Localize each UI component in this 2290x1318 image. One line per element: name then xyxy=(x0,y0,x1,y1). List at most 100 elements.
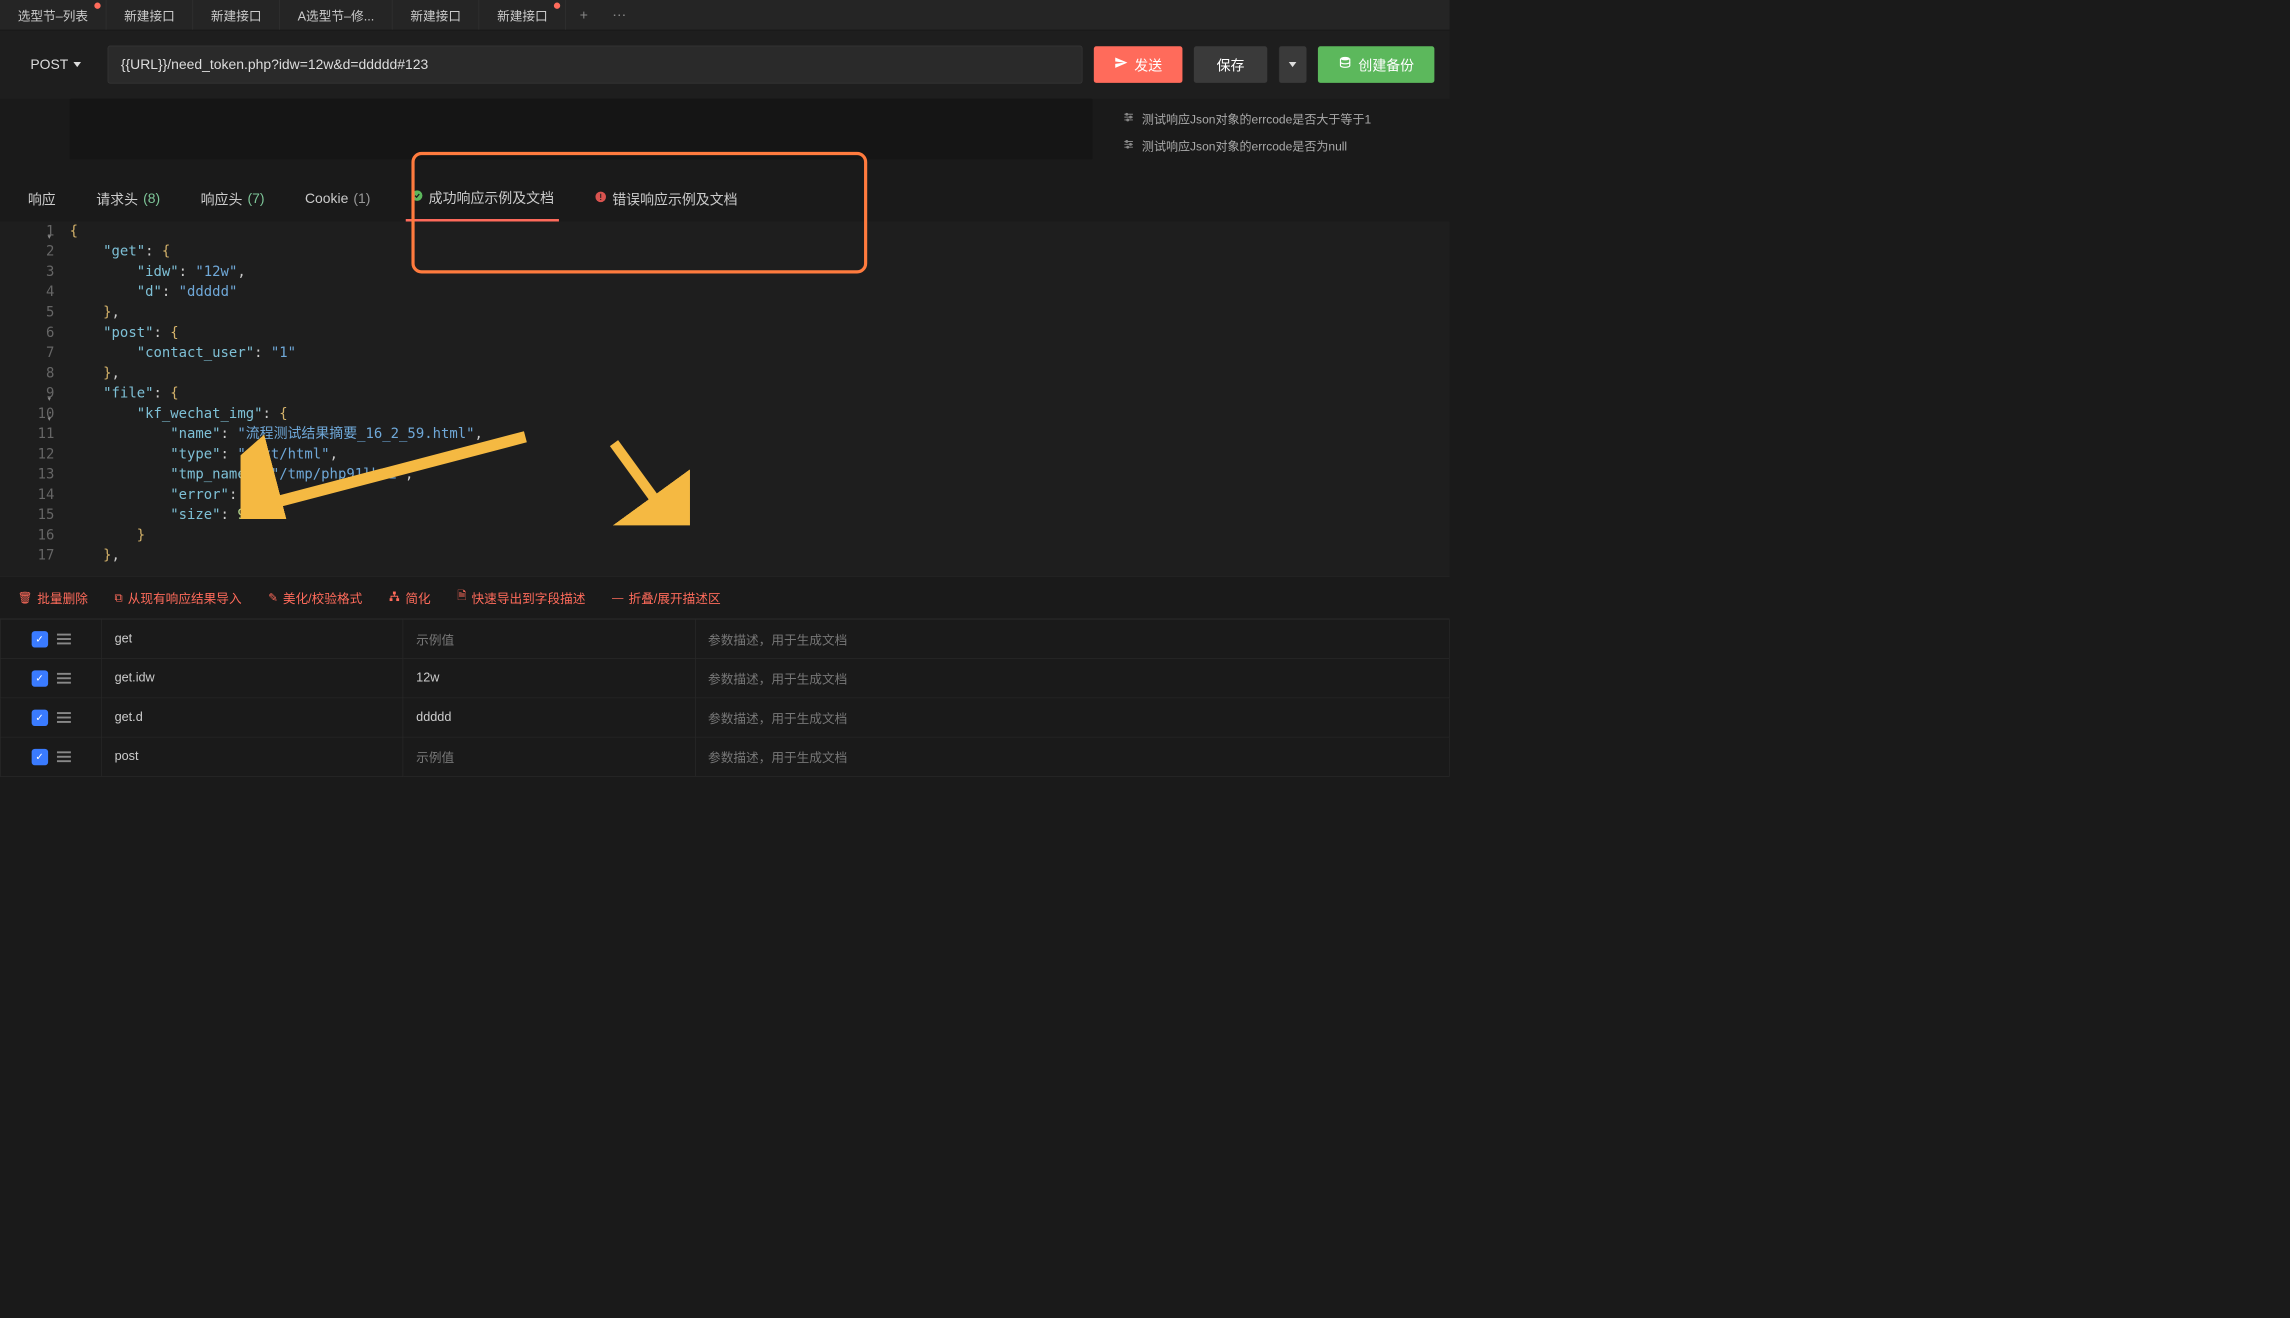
save-dropdown-toggle[interactable] xyxy=(1279,46,1307,83)
tab[interactable]: 新建接口 xyxy=(479,0,566,30)
action-label: 从现有响应结果导入 xyxy=(128,588,242,606)
action-import-from-response[interactable]: ⧉ 从现有响应结果导入 xyxy=(114,588,241,606)
tab-label: 选型节–列表 xyxy=(18,6,88,24)
database-icon xyxy=(1338,56,1352,74)
code-line: "post": { xyxy=(70,323,1450,343)
row-checkbox[interactable]: ✓ xyxy=(31,709,47,725)
count-badge: (8) xyxy=(143,191,160,207)
copy-icon: ⧉ xyxy=(114,591,122,604)
tab[interactable]: 选型节–列表 xyxy=(0,0,106,30)
drag-handle-icon[interactable] xyxy=(57,673,71,684)
subtab-request-headers[interactable]: 请求头 (8) xyxy=(91,176,165,222)
code-line: "idw": "12w", xyxy=(70,262,1450,282)
count-badge: (7) xyxy=(247,191,264,207)
code-line: "type": "text/html", xyxy=(70,444,1450,464)
line-number: 13 xyxy=(0,465,54,485)
action-batch-delete[interactable]: 🗑 批量删除 xyxy=(18,588,88,606)
dirty-dot-icon xyxy=(554,3,560,9)
subtab-label: 响应头 xyxy=(201,189,243,209)
action-fold-desc[interactable]: — 折叠/展开描述区 xyxy=(612,588,721,606)
action-label: 批量删除 xyxy=(37,588,88,606)
field-example-cell[interactable]: 示例值 xyxy=(403,619,695,658)
row-handle-cell: ✓ xyxy=(0,619,101,658)
tab[interactable]: 新建接口 xyxy=(193,0,280,30)
fields-action-bar: 🗑 批量删除 ⧉ 从现有响应结果导入 ✎ 美化/校验格式 简化 🗎 快速导出到字… xyxy=(0,576,1450,619)
line-number: 4 xyxy=(0,282,54,302)
code-line: "get": { xyxy=(70,242,1450,262)
url-input[interactable] xyxy=(108,46,1083,84)
line-number: 12 xyxy=(0,444,54,464)
line-number: 10▾ xyxy=(0,404,54,424)
tab-more-button[interactable]: ⋯ xyxy=(602,7,637,23)
action-simplify[interactable]: 简化 xyxy=(389,588,431,606)
line-number: 6 xyxy=(0,323,54,343)
field-name-cell[interactable]: get xyxy=(102,619,404,658)
field-name-cell[interactable]: get.d xyxy=(102,698,404,737)
field-name-cell[interactable]: post xyxy=(102,737,404,776)
hint-item[interactable]: 测试响应Json对象的errcode是否为null xyxy=(1123,137,1434,154)
action-label: 折叠/展开描述区 xyxy=(628,588,720,606)
table-row: ✓ get示例值参数描述，用于生成文档 xyxy=(0,619,1449,658)
action-beautify[interactable]: ✎ 美化/校验格式 xyxy=(268,588,362,606)
table-row: ✓ post示例值参数描述，用于生成文档 xyxy=(0,737,1449,776)
method-select[interactable]: POST xyxy=(15,56,96,72)
drag-handle-icon[interactable] xyxy=(57,634,71,645)
error-circle-icon xyxy=(595,191,608,207)
action-label: 简化 xyxy=(405,588,430,606)
drag-handle-icon[interactable] xyxy=(57,751,71,762)
row-checkbox[interactable]: ✓ xyxy=(31,749,47,765)
field-example-cell[interactable]: ddddd xyxy=(403,698,695,737)
line-number: 16 xyxy=(0,525,54,545)
subtab-success-doc[interactable]: 成功响应示例及文档 xyxy=(406,176,559,222)
tab[interactable]: 新建接口 xyxy=(393,0,480,30)
field-name-cell[interactable]: get.idw xyxy=(102,659,404,698)
send-button[interactable]: 发送 xyxy=(1094,46,1183,83)
subtab-cookie[interactable]: Cookie (1) xyxy=(300,176,376,222)
code-line: "d": "ddddd" xyxy=(70,282,1450,302)
code-line: } xyxy=(70,525,1450,545)
subtab-label: Cookie xyxy=(305,191,348,207)
field-desc-cell[interactable]: 参数描述，用于生成文档 xyxy=(695,659,1449,698)
json-editor[interactable]: 1▾23456789▾10▾11121314151617 { "get": { … xyxy=(0,222,1450,576)
paper-plane-icon xyxy=(1114,56,1128,74)
row-checkbox[interactable]: ✓ xyxy=(31,631,47,647)
field-desc-cell[interactable]: 参数描述，用于生成文档 xyxy=(695,698,1449,737)
line-number: 3 xyxy=(0,262,54,282)
tab-add-button[interactable]: + xyxy=(566,7,601,23)
subtab-response[interactable]: 响应 xyxy=(23,176,61,222)
row-handle-cell: ✓ xyxy=(0,737,101,776)
field-example-cell[interactable]: 12w xyxy=(403,659,695,698)
save-button[interactable]: 保存 xyxy=(1194,46,1267,83)
field-example-cell[interactable]: 示例值 xyxy=(403,737,695,776)
drag-handle-icon[interactable] xyxy=(57,712,71,723)
fields-table: ✓get示例值参数描述，用于生成文档✓get.idw12w参数描述，用于生成文档… xyxy=(0,619,1450,777)
field-desc-cell[interactable]: 参数描述，用于生成文档 xyxy=(695,737,1449,776)
subtab-label: 错误响应示例及文档 xyxy=(612,189,737,209)
sliders-icon xyxy=(1123,111,1134,126)
backup-label: 创建备份 xyxy=(1358,54,1414,74)
row-handle-cell: ✓ xyxy=(0,698,101,737)
tab[interactable]: A选型节–修... xyxy=(280,0,393,30)
field-desc-cell[interactable]: 参数描述，用于生成文档 xyxy=(695,619,1449,658)
code-line: "kf_wechat_img": { xyxy=(70,404,1450,424)
subtab-error-doc[interactable]: 错误响应示例及文档 xyxy=(589,176,742,222)
method-label: POST xyxy=(30,56,68,72)
hint-text: 测试响应Json对象的errcode是否大于等于1 xyxy=(1142,110,1371,127)
action-export-fields[interactable]: 🗎 快速导出到字段描述 xyxy=(457,588,585,607)
code-line: "error": 0, xyxy=(70,485,1450,505)
hint-item[interactable]: 测试响应Json对象的errcode是否大于等于1 xyxy=(1123,110,1434,127)
action-label: 美化/校验格式 xyxy=(283,588,362,606)
row-checkbox[interactable]: ✓ xyxy=(31,670,47,686)
tab[interactable]: 新建接口 xyxy=(106,0,193,30)
subtab-label: 成功响应示例及文档 xyxy=(429,187,554,207)
row-handle-cell: ✓ xyxy=(0,659,101,698)
request-bar: POST 发送 保存 创建备份 xyxy=(0,30,1450,98)
subtab-response-headers[interactable]: 响应头 (7) xyxy=(196,176,270,222)
create-backup-button[interactable]: 创建备份 xyxy=(1318,46,1434,83)
save-label: 保存 xyxy=(1217,54,1245,74)
editor-code[interactable]: { "get": { "idw": "12w", "d": "ddddd" },… xyxy=(70,222,1450,576)
line-number: 14 xyxy=(0,485,54,505)
code-line: }, xyxy=(70,546,1450,566)
tab-label: A选型节–修... xyxy=(298,6,375,24)
line-number: 5 xyxy=(0,303,54,323)
